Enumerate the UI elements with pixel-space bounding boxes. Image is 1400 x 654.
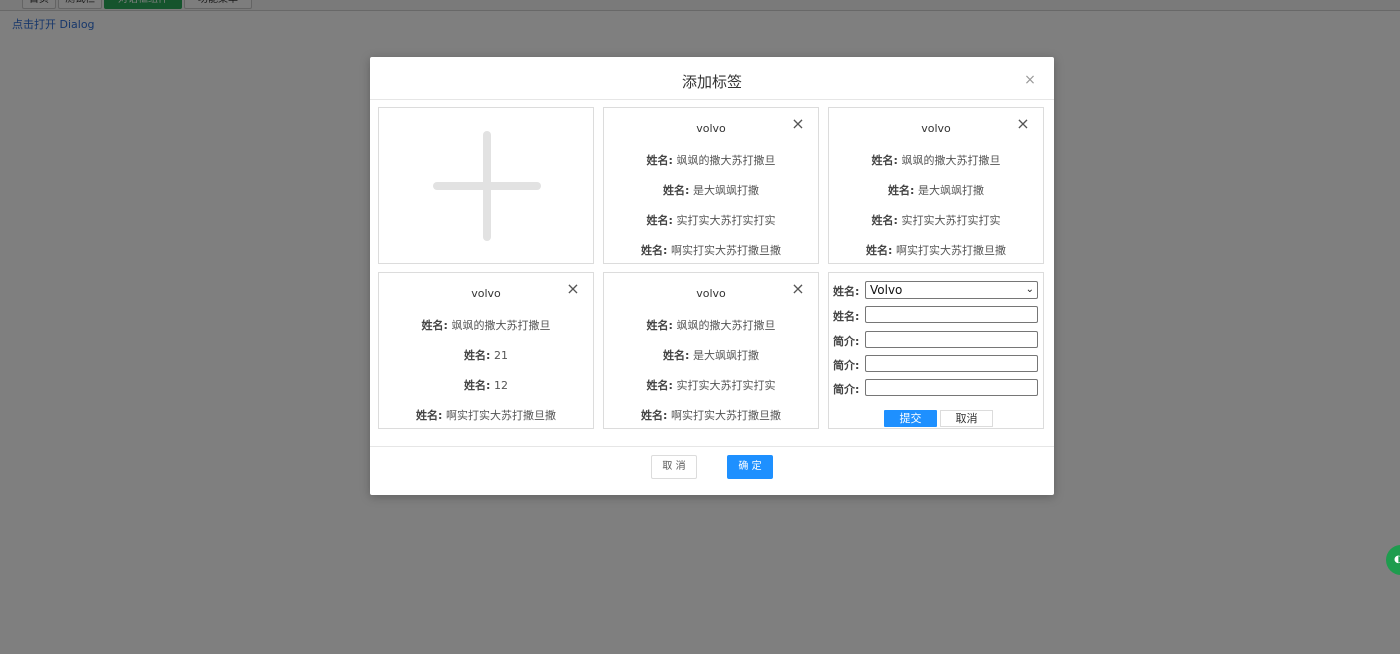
tag-card: volvo × 姓名: 飒飒的撒大苏打撒旦 姓名: 是大飒飒打撒 姓名: 实打实… xyxy=(828,107,1044,264)
card-row: 姓名: 12 xyxy=(379,377,593,393)
card-row: 姓名: 21 xyxy=(379,347,593,363)
card-title: volvo xyxy=(696,122,726,135)
row-value: 是大飒飒打撒 xyxy=(917,184,984,197)
dialog-header: 添加标签 × xyxy=(370,57,1054,100)
intro-input[interactable] xyxy=(865,331,1038,348)
new-tag-form: 姓名: Volvo ⌄ 姓名: 简介: 简介: 简介: 提交 取消 xyxy=(828,272,1044,429)
card-title: volvo xyxy=(921,122,951,135)
tag-card: volvo × 姓名: 飒飒的撒大苏打撒旦 姓名: 21 姓名: 12 姓名: … xyxy=(378,272,594,429)
row-label: 姓名: xyxy=(464,349,491,362)
field-label: 简介: xyxy=(833,335,860,348)
card-row: 姓名: 实打实大苏打实打实 xyxy=(604,212,818,228)
card-title: volvo xyxy=(696,287,726,300)
row-value: 啊实打实大苏打撒旦撒 xyxy=(670,409,781,422)
name-input[interactable] xyxy=(865,306,1038,323)
field-label: 简介: xyxy=(833,383,860,396)
chevron-down-icon: ⌄ xyxy=(1025,284,1034,295)
row-value: 实打实大苏打实打实 xyxy=(676,214,776,227)
row-label: 姓名: xyxy=(421,319,448,332)
dialog-title: 添加标签 xyxy=(681,73,742,91)
close-icon[interactable]: × xyxy=(1015,116,1031,132)
close-icon[interactable]: × xyxy=(1023,73,1037,87)
field-label: 简介: xyxy=(833,359,860,372)
row-label: 姓名: xyxy=(646,214,673,227)
card-row: 姓名: 飒飒的撒大苏打撒旦 xyxy=(829,152,1043,168)
card-row: 姓名: 实打实大苏打实打实 xyxy=(604,377,818,393)
row-value: 啊实打实大苏打撒旦撒 xyxy=(445,409,556,422)
card-row: 姓名: 是大飒飒打撒 xyxy=(604,182,818,198)
field-label: 姓名: xyxy=(833,310,860,323)
cancel-button[interactable]: 取 消 xyxy=(651,455,697,479)
tag-card: volvo × 姓名: 飒飒的撒大苏打撒旦 姓名: 是大飒飒打撒 姓名: 实打实… xyxy=(603,107,819,264)
card-row: 姓名: 实打实大苏打实打实 xyxy=(829,212,1043,228)
row-value: 实打实大苏打实打实 xyxy=(901,214,1001,227)
row-value: 21 xyxy=(493,349,508,362)
add-card-button[interactable] xyxy=(378,107,594,264)
select-label: 姓名: xyxy=(833,285,860,298)
dialog-footer: 取 消 确 定 xyxy=(370,446,1054,496)
row-label: 姓名: xyxy=(663,349,690,362)
intro-input[interactable] xyxy=(865,355,1038,372)
submit-button[interactable]: 提交 xyxy=(884,410,937,427)
row-value: 12 xyxy=(493,379,508,392)
row-label: 姓名: xyxy=(646,379,673,392)
row-value: 啊实打实大苏打撒旦撒 xyxy=(670,244,781,257)
card-row: 姓名: 飒飒的撒大苏打撒旦 xyxy=(604,152,818,168)
row-label: 姓名: xyxy=(888,184,915,197)
row-label: 姓名: xyxy=(646,154,673,167)
select-value: Volvo xyxy=(870,283,903,297)
row-value: 是大飒飒打撒 xyxy=(692,349,759,362)
card-row: 姓名: 飒飒的撒大苏打撒旦 xyxy=(379,317,593,333)
name-select[interactable]: Volvo ⌄ xyxy=(865,281,1038,299)
row-value: 飒飒的撒大苏打撒旦 xyxy=(901,154,1001,167)
row-value: 飒飒的撒大苏打撒旦 xyxy=(676,154,776,167)
row-label: 姓名: xyxy=(663,184,690,197)
close-icon[interactable]: × xyxy=(790,281,806,297)
row-label: 姓名: xyxy=(416,409,443,422)
row-label: 姓名: xyxy=(464,379,491,392)
card-row: 姓名: 啊实打实大苏打撒旦撒 xyxy=(604,242,818,258)
card-row: 姓名: 啊实打实大苏打撒旦撒 xyxy=(379,407,593,423)
add-tag-dialog: 添加标签 × volvo × 姓名: 飒飒的撒大苏打撒旦 姓名: 是大飒飒打撒 … xyxy=(370,57,1054,495)
row-value: 实打实大苏打实打实 xyxy=(676,379,776,392)
row-label: 姓名: xyxy=(641,409,668,422)
tag-card: volvo × 姓名: 飒飒的撒大苏打撒旦 姓名: 是大飒飒打撒 姓名: 实打实… xyxy=(603,272,819,429)
row-label: 姓名: xyxy=(646,319,673,332)
card-row: 姓名: 啊实打实大苏打撒旦撒 xyxy=(829,242,1043,258)
form-cancel-button[interactable]: 取消 xyxy=(940,410,993,427)
chat-icon: ◐ xyxy=(1394,554,1400,565)
row-label: 姓名: xyxy=(641,244,668,257)
intro-input[interactable] xyxy=(865,379,1038,396)
row-value: 飒飒的撒大苏打撒旦 xyxy=(451,319,551,332)
row-label: 姓名: xyxy=(871,214,898,227)
card-title: volvo xyxy=(471,287,501,300)
row-value: 啊实打实大苏打撒旦撒 xyxy=(895,244,1006,257)
close-icon[interactable]: × xyxy=(790,116,806,132)
close-icon[interactable]: × xyxy=(565,281,581,297)
row-label: 姓名: xyxy=(871,154,898,167)
confirm-button[interactable]: 确 定 xyxy=(727,455,773,479)
card-row: 姓名: 啊实打实大苏打撒旦撒 xyxy=(604,407,818,423)
row-label: 姓名: xyxy=(866,244,893,257)
card-row: 姓名: 飒飒的撒大苏打撒旦 xyxy=(604,317,818,333)
card-row: 姓名: 是大飒飒打撒 xyxy=(604,347,818,363)
card-row: 姓名: 是大飒飒打撒 xyxy=(829,182,1043,198)
row-value: 是大飒飒打撒 xyxy=(692,184,759,197)
row-value: 飒飒的撒大苏打撒旦 xyxy=(676,319,776,332)
plus-icon-vertical xyxy=(483,131,491,241)
